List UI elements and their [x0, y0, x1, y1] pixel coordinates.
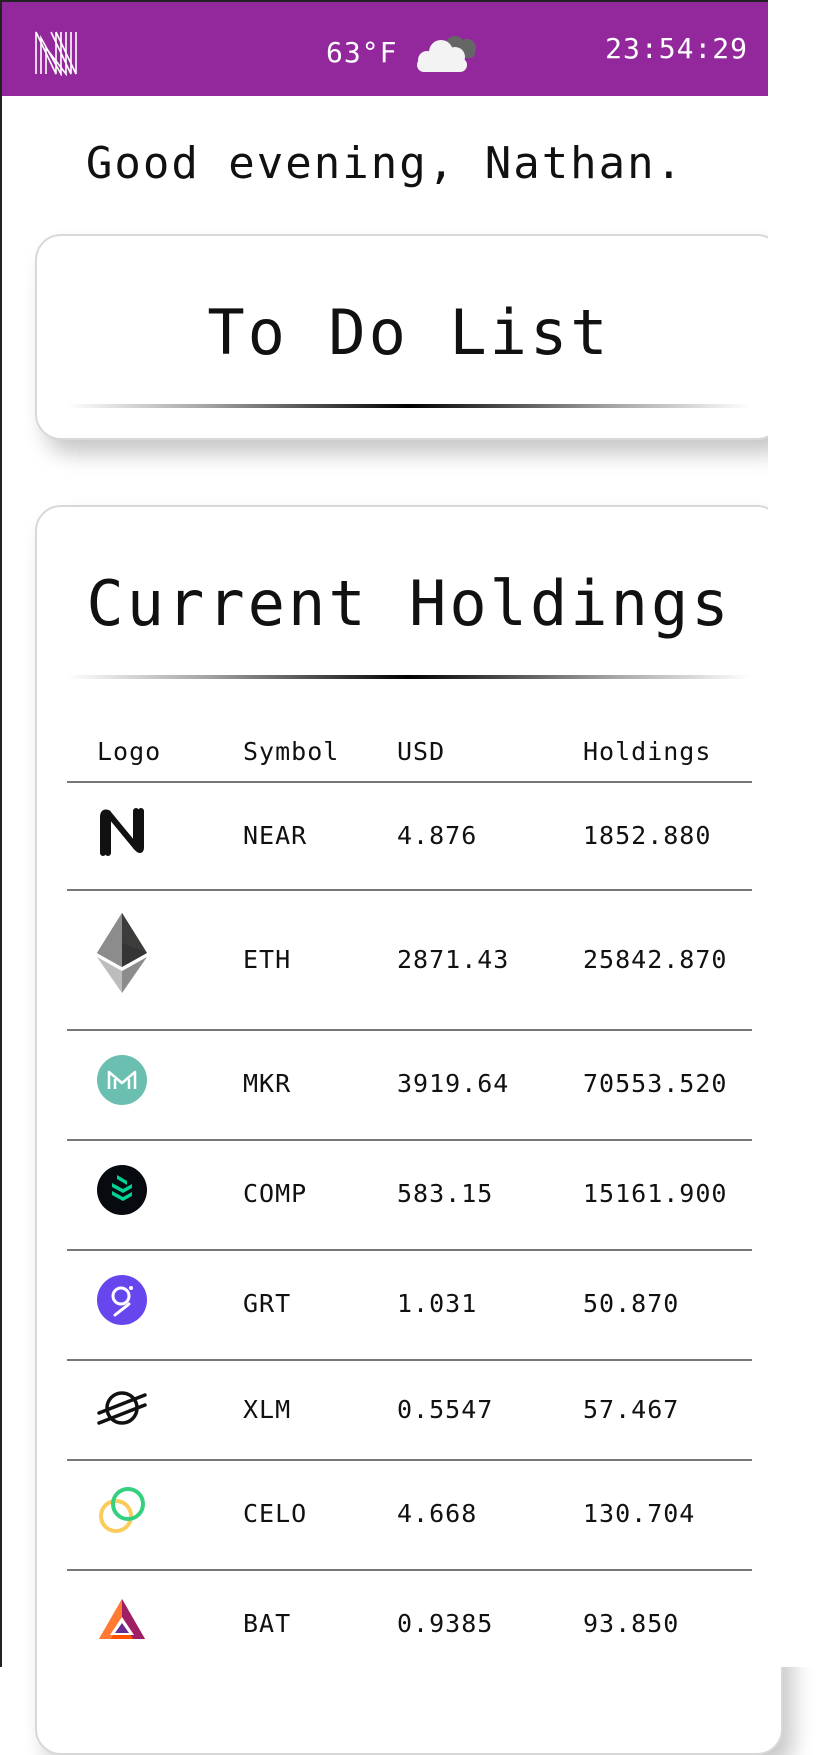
usd-cell: 4.668: [397, 1499, 478, 1528]
usd-cell: 2871.43: [397, 945, 510, 974]
bat-logo-icon: [99, 1599, 145, 1639]
greeting-text: Good evening, Nathan.: [85, 138, 685, 189]
window-edge: [0, 0, 2, 1667]
usd-cell: 583.15: [397, 1179, 494, 1208]
holdings-cell: 70553.520: [583, 1069, 728, 1098]
holdings-card: Current Holdings Logo Symbol USD Holding…: [35, 505, 783, 1755]
column-header-logo: Logo: [97, 737, 162, 766]
comp-logo-icon: [97, 1165, 147, 1215]
table-row: BAT 0.9385 93.850: [67, 1571, 752, 1681]
cloud-icon: [417, 36, 477, 72]
celo-logo-icon: [99, 1487, 145, 1533]
table-row: XLM 0.5547 57.467: [67, 1361, 752, 1461]
table-row: GRT 1.031 50.870: [67, 1251, 752, 1361]
xlm-logo-icon: [97, 1391, 147, 1425]
table-row: MKR 3919.64 70553.520: [67, 1031, 752, 1141]
usd-cell: 4.876: [397, 821, 478, 850]
usd-cell: 0.5547: [397, 1395, 494, 1424]
table-row: ETH 2871.43 25842.870: [67, 891, 752, 1031]
page-margin-right: [768, 0, 818, 1667]
symbol-cell: NEAR: [243, 821, 308, 850]
symbol-cell: GRT: [243, 1289, 292, 1318]
mkr-logo-icon: [97, 1055, 147, 1105]
symbol-cell: BAT: [243, 1609, 292, 1638]
top-bar: 63°F 23:54:29: [2, 0, 768, 96]
holdings-table: Logo Symbol USD Holdings NEAR 4.876 1852…: [67, 725, 752, 1681]
eth-logo-icon: [97, 913, 147, 993]
column-header-symbol: Symbol: [243, 737, 340, 766]
clock-readout: 23:54:29: [605, 32, 748, 65]
holdings-cell: 1852.880: [583, 821, 712, 850]
symbol-cell: COMP: [243, 1179, 308, 1208]
symbol-cell: CELO: [243, 1499, 308, 1528]
table-header: Logo Symbol USD Holdings: [67, 725, 752, 783]
near-logo-icon: [100, 808, 144, 856]
holdings-cell: 93.850: [583, 1609, 680, 1638]
symbol-cell: MKR: [243, 1069, 292, 1098]
column-header-usd: USD: [397, 737, 446, 766]
usd-cell: 0.9385: [397, 1609, 494, 1638]
holdings-title: Current Holdings: [86, 567, 732, 640]
temperature-readout: 63°F: [326, 35, 398, 69]
usd-cell: 1.031: [397, 1289, 478, 1318]
grt-logo-icon: [97, 1275, 147, 1325]
symbol-cell: XLM: [243, 1395, 292, 1424]
app-logo-icon[interactable]: [32, 28, 80, 76]
todo-divider: [67, 404, 751, 408]
holdings-cell: 50.870: [583, 1289, 680, 1318]
todo-title: To Do List: [207, 296, 611, 369]
holdings-cell: 130.704: [583, 1499, 696, 1528]
table-row: NEAR 4.876 1852.880: [67, 783, 752, 891]
holdings-divider: [67, 675, 751, 679]
holdings-cell: 15161.900: [583, 1179, 728, 1208]
symbol-cell: ETH: [243, 945, 292, 974]
weather-widget: 63°F: [326, 32, 483, 72]
holdings-cell: 57.467: [583, 1395, 680, 1424]
table-row: CELO 4.668 130.704: [67, 1461, 752, 1571]
table-row: COMP 583.15 15161.900: [67, 1141, 752, 1251]
usd-cell: 3919.64: [397, 1069, 510, 1098]
column-header-holdings: Holdings: [583, 737, 712, 766]
holdings-cell: 25842.870: [583, 945, 728, 974]
todo-card[interactable]: To Do List: [35, 234, 783, 440]
